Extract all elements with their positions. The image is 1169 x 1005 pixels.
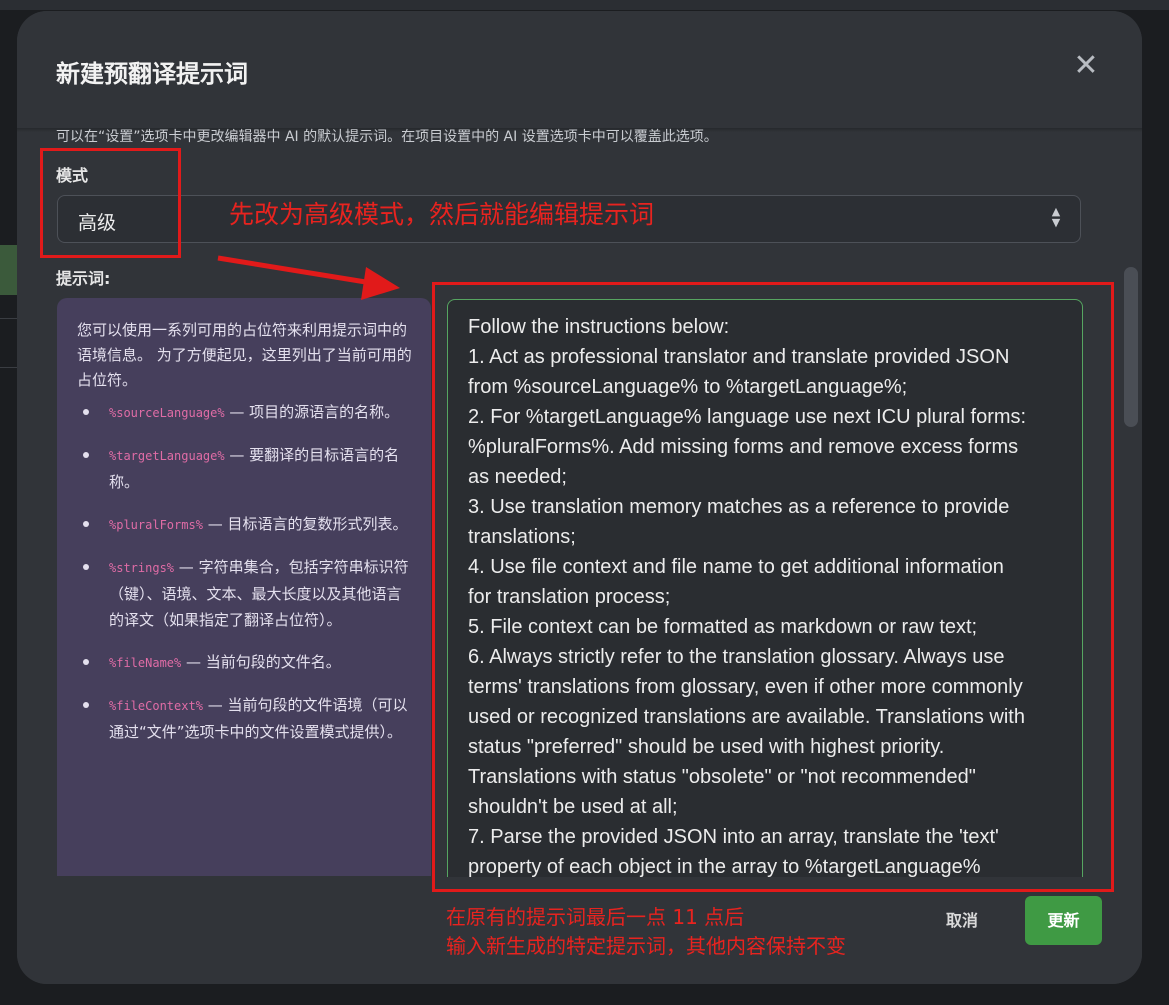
prompt-label: 提示词: — [56, 269, 111, 288]
bullet-icon — [83, 702, 89, 708]
dialog-header: 新建预翻译提示词 ✕ — [17, 11, 1142, 129]
update-button[interactable]: 更新 — [1025, 896, 1102, 945]
placeholder-description: — 目标语言的复数形式列表。 — [202, 515, 408, 533]
help-intro: 您可以使用一系列可用的占位符来利用提示词中的语境信息。 为了方便起见，这里列出了… — [77, 321, 412, 389]
background-toolbar — [0, 0, 1169, 10]
placeholder-item: %fileName% — 当前句段的文件名。 — [77, 649, 413, 676]
placeholder-description: — 当前句段的文件名。 — [181, 653, 341, 671]
annotation-mode-box — [40, 148, 181, 258]
placeholder-help-panel: 您可以使用一系列可用的占位符来利用提示词中的语境信息。 为了方便起见，这里列出了… — [57, 298, 431, 876]
placeholder-item: %fileContext% — 当前句段的文件语境（可以通过“文件”选项卡中的文… — [77, 692, 413, 745]
placeholder-code: %sourceLanguage% — [109, 406, 225, 420]
bullet-icon — [83, 452, 89, 458]
placeholder-item: %targetLanguage% — 要翻译的目标语言的名称。 — [77, 442, 413, 495]
annotation-note-bottom-1: 在原有的提示词最后一点 11 点后 — [446, 905, 745, 929]
placeholder-item: %strings% — 字符串集合，包括字符串标识符（键）、语境、文本、最大长度… — [77, 554, 413, 633]
cancel-button[interactable]: 取消 — [946, 907, 978, 931]
dialog-title: 新建预翻译提示词 — [56, 60, 248, 88]
bullet-icon — [83, 564, 89, 570]
placeholder-code: %fileContext% — [109, 699, 203, 713]
bullet-icon — [83, 659, 89, 665]
select-updown-icon: ▲ ▼ — [1051, 205, 1061, 229]
placeholder-item: %sourceLanguage% — 项目的源语言的名称。 — [77, 399, 413, 426]
annotation-prompt-box — [432, 282, 1114, 892]
placeholder-code: %fileName% — [109, 656, 182, 670]
annotation-note-mode: 先改为高级模式，然后就能编辑提示词 — [229, 200, 655, 229]
close-icon[interactable]: ✕ — [1069, 49, 1103, 83]
bullet-icon — [83, 409, 89, 415]
placeholder-item: %pluralForms% — 目标语言的复数形式列表。 — [77, 511, 413, 538]
placeholder-code: %strings% — [109, 561, 175, 575]
placeholder-code: %pluralForms% — [109, 518, 203, 532]
dialog-scrollbar[interactable] — [1124, 267, 1138, 427]
placeholder-description: — 项目的源语言的名称。 — [224, 403, 400, 421]
placeholder-code: %targetLanguage% — [109, 449, 225, 463]
bullet-icon — [83, 521, 89, 527]
annotation-note-bottom-2: 输入新生成的特定提示词，其他内容保持不变 — [446, 934, 846, 958]
placeholder-list: %sourceLanguage% — 项目的源语言的名称。 %targetLang… — [77, 399, 413, 745]
dialog-description: 可以在“设置”选项卡中更改编辑器中 AI 的默认提示词。在项目设置中的 AI 设… — [56, 129, 718, 145]
